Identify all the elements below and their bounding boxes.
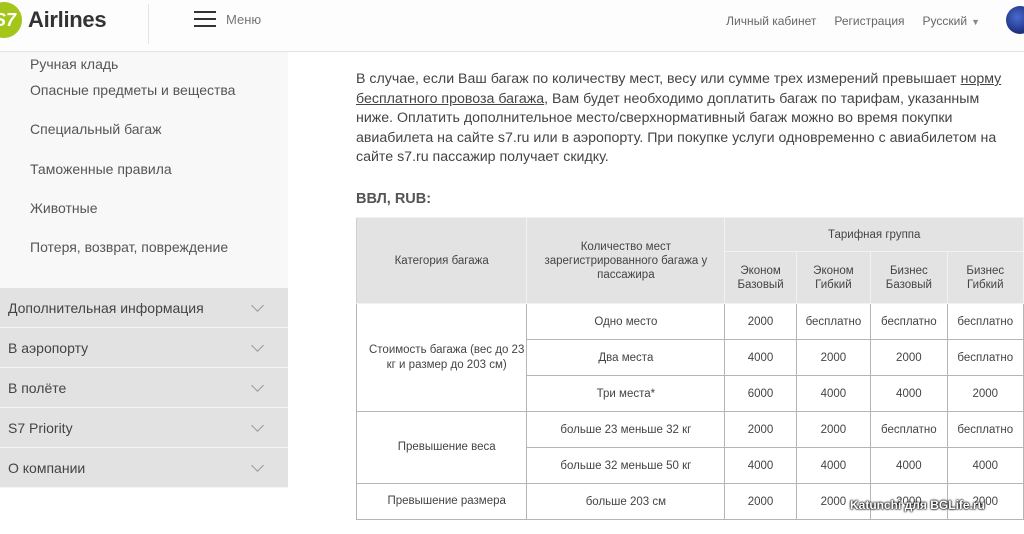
- price-cell: 4000: [870, 447, 948, 484]
- header-fare-economy-flex: Эконом Гибкий: [795, 251, 872, 304]
- intro-text: В случае, если Ваш багаж по количеству м…: [356, 71, 961, 87]
- menu-button[interactable]: Меню: [194, 11, 261, 27]
- language-selector[interactable]: Русский ▼: [923, 14, 980, 28]
- price-cell: 4000: [870, 375, 948, 412]
- category-cell: Превышение размера: [355, 483, 528, 520]
- s7-logo[interactable]: S7 Airlines: [0, 2, 107, 38]
- price-cell: бесплатно: [946, 339, 1024, 376]
- price-cell: 2000: [870, 339, 948, 376]
- price-cell: 2000: [724, 483, 797, 520]
- count-cell: больше 203 см: [526, 483, 726, 520]
- header-count: Количество мест зарегистрированного бага…: [526, 217, 726, 304]
- section-label: Дополнительная информация: [8, 299, 204, 316]
- table-row: Стоимость багажа (вес до 23 кг и размер …: [355, 303, 1024, 412]
- chevron-down-icon: [251, 418, 264, 432]
- price-cell: 4000: [724, 447, 797, 484]
- price-cell: 2000: [724, 303, 797, 340]
- sidebar-item-special-baggage[interactable]: Специальный багаж: [0, 117, 288, 156]
- chevron-down-icon: [251, 338, 264, 352]
- chevron-down-icon: [251, 378, 264, 392]
- watermark: Katunchi для BGLife.ru: [850, 498, 985, 512]
- sidebar-item-animals[interactable]: Животные: [0, 196, 288, 235]
- site-header: S7 Airlines Меню Личный кабинет Регистра…: [0, 0, 1024, 52]
- baggage-submenu: Ручная кладь Опасные предметы и вещества…: [0, 52, 288, 288]
- price-cell: бесплатно: [870, 303, 948, 340]
- price-cell: 2000: [795, 339, 872, 376]
- header-fare-business-flex: Бизнес Гибкий: [946, 251, 1024, 304]
- header-fare-group: Тарифная группа: [724, 217, 1024, 252]
- personal-account-link[interactable]: Личный кабинет: [726, 14, 816, 28]
- price-cell: бесплатно: [870, 411, 948, 448]
- price-cell: бесплатно: [946, 303, 1024, 340]
- sidebar-section-in-flight[interactable]: В полёте: [0, 368, 288, 408]
- count-cell: Два места: [526, 339, 726, 376]
- sidebar-section-s7-priority[interactable]: S7 Priority: [0, 408, 288, 448]
- sidebar: Ручная кладь Опасные предметы и вещества…: [0, 52, 288, 534]
- logo-mark: S7: [0, 2, 22, 38]
- alliance-globe-icon: [1006, 6, 1024, 34]
- chevron-down-icon: [251, 298, 264, 312]
- caret-down-icon: ▼: [971, 17, 980, 27]
- logo-text: Airlines: [28, 7, 107, 32]
- header-fare-economy-basic: Эконом Базовый: [724, 251, 797, 304]
- count-cell: Одно место: [526, 303, 726, 340]
- category-cell: Стоимость багажа (вес до 23 кг и размер …: [355, 303, 528, 412]
- section-label: В аэропорту: [8, 339, 89, 356]
- language-label: Русский: [922, 14, 968, 28]
- section-label: О компании: [8, 459, 86, 476]
- price-cell: бесплатно: [795, 303, 872, 340]
- section-label: S7 Priority: [8, 419, 73, 436]
- sidebar-section-at-airport[interactable]: В аэропорту: [0, 328, 288, 368]
- section-label: В полёте: [8, 379, 67, 396]
- menu-label: Меню: [226, 11, 262, 27]
- hamburger-icon: [194, 11, 216, 27]
- price-cell: 2000: [724, 411, 797, 448]
- price-cell: 2000: [795, 411, 872, 448]
- intro-paragraph: В случае, если Ваш багаж по количеству м…: [356, 70, 1016, 168]
- sidebar-section-about[interactable]: О компании: [0, 448, 288, 488]
- price-cell: 2000: [946, 375, 1024, 412]
- price-cell: 4000: [795, 447, 872, 484]
- section-title: ВВЛ, RUB:: [356, 190, 432, 207]
- category-cell: Превышение веса: [355, 411, 528, 484]
- chevron-down-icon: [251, 458, 264, 472]
- sidebar-item-hand-luggage[interactable]: Ручная кладь: [0, 52, 288, 78]
- price-cell: 4000: [946, 447, 1024, 484]
- table-row: Превышение веса больше 23 меньше 32 кг 200…: [355, 411, 1024, 484]
- header-category: Категория багажа: [355, 217, 528, 304]
- sidebar-item-customs[interactable]: Таможенные правила: [0, 157, 288, 196]
- price-cell: 4000: [724, 339, 797, 376]
- count-cell: больше 23 меньше 32 кг: [526, 411, 726, 448]
- header-fare-business-basic: Бизнес Базовый: [870, 251, 948, 304]
- header-divider: [148, 4, 149, 44]
- price-cell: бесплатно: [946, 411, 1024, 448]
- registration-link[interactable]: Регистрация: [834, 14, 904, 28]
- top-links: Личный кабинет Регистрация Русский ▼: [726, 14, 980, 28]
- price-cell: 4000: [795, 375, 872, 412]
- count-cell: больше 32 меньше 50 кг: [526, 447, 726, 484]
- main-content: В случае, если Ваш багаж по количеству м…: [356, 70, 1024, 207]
- sidebar-item-lost-baggage[interactable]: Потеря, возврат, повреждение: [0, 235, 288, 274]
- count-cell: Три места*: [526, 375, 726, 412]
- sidebar-section-additional-info[interactable]: Дополнительная информация: [0, 288, 288, 328]
- baggage-fees-table: Категория багажа Количество мест зарегис…: [355, 217, 1024, 520]
- sidebar-item-dangerous-goods[interactable]: Опасные предметы и вещества: [0, 78, 288, 117]
- table-body: Стоимость багажа (вес до 23 кг и размер …: [355, 303, 1024, 520]
- price-cell: 6000: [724, 375, 797, 412]
